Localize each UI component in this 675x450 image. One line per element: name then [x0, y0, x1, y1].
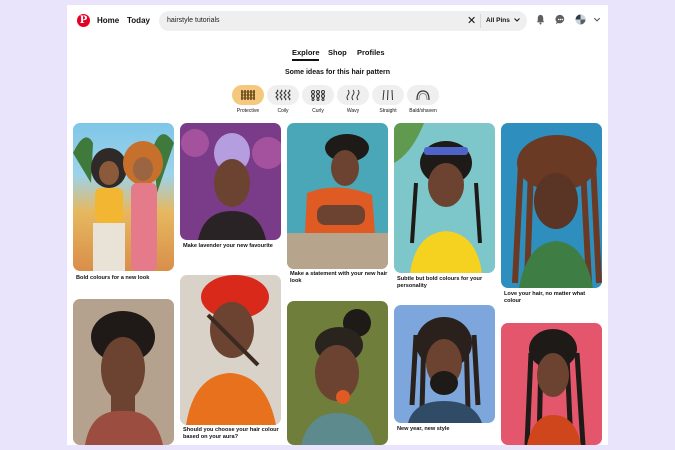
search-divider: [480, 14, 481, 28]
coily-icon: [275, 89, 291, 101]
pinterest-window: P Home Today hairstyle tutorials ✕ All P…: [67, 5, 608, 445]
search-filter-label: All Pins: [486, 17, 510, 24]
chip-protective[interactable]: [232, 85, 264, 105]
search-filter-dropdown[interactable]: All Pins: [486, 17, 520, 24]
pin-photo-red-hair: [186, 275, 276, 425]
tab-profiles[interactable]: Profiles: [357, 48, 385, 57]
pin-photo-braided-updo: [301, 309, 375, 445]
pin-image[interactable]: [180, 123, 281, 240]
pin-caption: Bold colours for a new look: [76, 275, 150, 281]
nav-today[interactable]: Today: [127, 16, 150, 25]
pin-caption: Should you choose your hair colour based…: [183, 427, 279, 440]
pin-image[interactable]: [501, 123, 602, 288]
pin-photo-man-twists: [85, 311, 163, 445]
pin-caption: Subtle but bold colours for your persona…: [397, 276, 483, 289]
search-bar[interactable]: hairstyle tutorials ✕ All Pins: [159, 11, 527, 31]
chat-icon[interactable]: [555, 14, 566, 25]
top-bar: P Home Today hairstyle tutorials ✕ All P…: [67, 5, 608, 39]
pin-image[interactable]: [501, 323, 602, 445]
chip-curly[interactable]: [302, 85, 334, 105]
avatar[interactable]: [575, 14, 586, 25]
account-chevron-down-icon[interactable]: [593, 14, 601, 25]
ideas-heading: Some ideas for this hair pattern: [284, 69, 391, 76]
chip-straight[interactable]: [372, 85, 404, 105]
pin-image[interactable]: [287, 123, 388, 269]
pin-image[interactable]: [394, 305, 495, 423]
chip-bald-shaven[interactable]: [407, 85, 439, 105]
pin-image[interactable]: [287, 301, 388, 445]
tab-shop[interactable]: Shop: [328, 48, 347, 57]
chevron-down-icon: [513, 18, 520, 22]
pinterest-logo[interactable]: P: [77, 14, 90, 27]
pin-photo-long-braids: [524, 329, 586, 445]
pin-caption: New year, new style: [397, 426, 450, 432]
active-tab-indicator: [292, 59, 319, 61]
wavy-icon: [346, 89, 360, 101]
braids-icon: [241, 90, 255, 100]
pin-photo-statement-hair: [287, 134, 388, 269]
pin-caption: Make a statement with your new hair look: [290, 271, 388, 284]
clear-search-icon[interactable]: ✕: [467, 14, 476, 28]
bell-icon[interactable]: [535, 14, 546, 25]
pin-photo-twist-braids: [512, 135, 602, 288]
chip-coily[interactable]: [267, 85, 299, 105]
curly-icon: [311, 90, 325, 101]
chip-label-bald-shaven: Bald/shaven: [409, 108, 437, 114]
pin-caption: Love your hair, no matter what colour: [504, 291, 586, 304]
straight-icon: [382, 89, 393, 101]
bald-icon: [416, 90, 430, 101]
pin-caption: Make lavender your new favourite: [183, 243, 273, 249]
chip-wavy[interactable]: [337, 85, 369, 105]
pin-photo-lavender-hair: [181, 129, 281, 240]
pin-photo-blue-headband: [394, 123, 482, 273]
pin-photo-two-women: [73, 134, 174, 271]
pin-image[interactable]: [73, 123, 174, 271]
pin-image[interactable]: [73, 299, 174, 445]
pin-image[interactable]: [394, 123, 495, 273]
pin-image[interactable]: [180, 275, 281, 425]
nav-home[interactable]: Home: [97, 16, 119, 25]
search-input[interactable]: hairstyle tutorials: [167, 17, 220, 24]
pin-photo-man-locs: [408, 317, 482, 423]
tab-explore[interactable]: Explore: [292, 48, 320, 57]
